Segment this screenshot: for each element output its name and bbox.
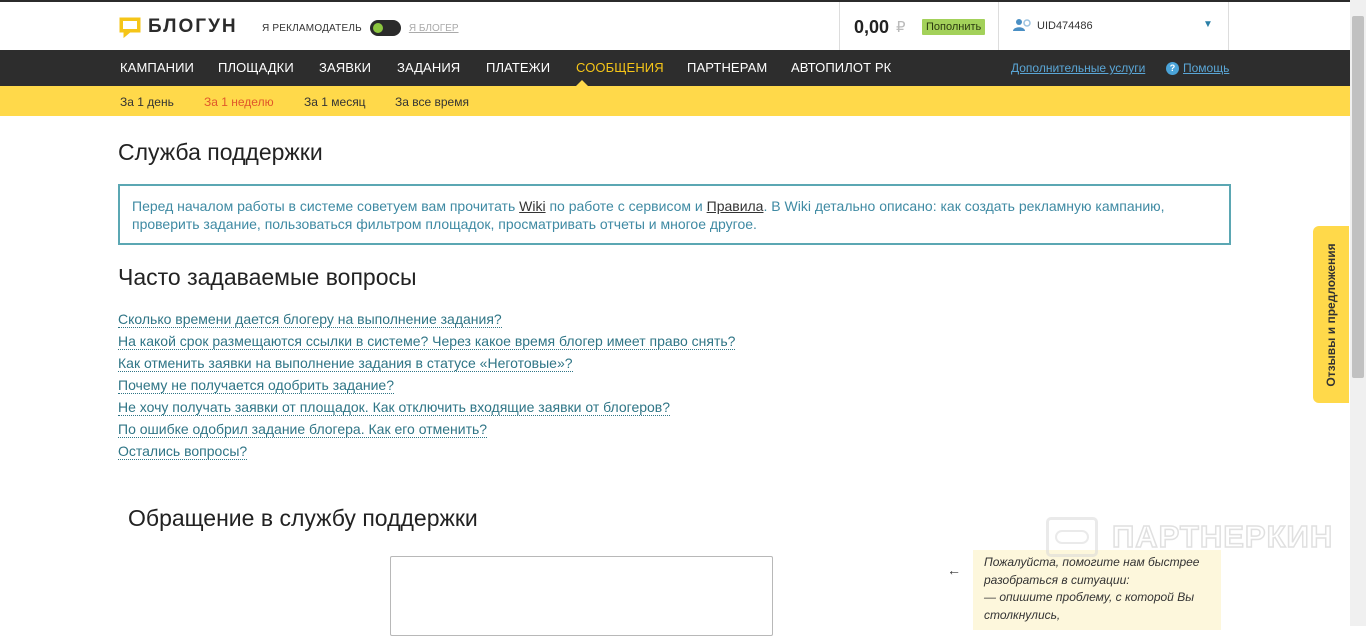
watermark: ПАРТНЕРКИН	[1046, 517, 1333, 557]
watermark-logo-icon	[1046, 517, 1098, 557]
period-subnav: За 1 день За 1 неделю За 1 месяц За все …	[0, 86, 1350, 116]
nav-item-payments[interactable]: ПЛАТЕЖИ	[486, 60, 550, 75]
faq-list: Сколько времени дается блогеру на выполн…	[118, 310, 736, 464]
notice-text-start: Перед началом работы в системе советуем …	[132, 198, 520, 214]
role-switcher: Я РЕКЛАМОДАТЕЛЬ Я БЛОГЕР	[262, 20, 459, 36]
balance-amount: 0,00	[854, 17, 890, 37]
faq-link-text: Остались вопросы?	[118, 443, 248, 460]
currency-symbol: ₽	[896, 19, 906, 36]
nav-item-campaigns[interactable]: КАМПАНИИ	[120, 60, 194, 75]
top-bar: БЛОГУН Я РЕКЛАМОДАТЕЛЬ Я БЛОГЕР 0,00 ₽ П…	[0, 0, 1350, 52]
user-menu[interactable]: UID474486 ▼	[999, 2, 1229, 52]
period-1-day[interactable]: За 1 день	[120, 95, 174, 109]
nav-item-autopilot[interactable]: АВТОПИЛОТ РК	[791, 60, 891, 75]
faq-link[interactable]: Не хочу получать заявки от площадок. Как…	[118, 398, 735, 420]
help-link[interactable]: Помощь	[1183, 61, 1229, 75]
period-all-time[interactable]: За все время	[395, 95, 469, 109]
topup-button[interactable]: Пополнить	[922, 19, 986, 35]
nav-item-messages[interactable]: СООБЩЕНИЯ	[576, 60, 664, 75]
hint-line: разобраться в ситуации:	[984, 572, 1130, 587]
role-toggle[interactable]	[369, 20, 401, 36]
hint-line: — опишите проблему, с которой Вы	[984, 590, 1195, 604]
user-id: UID474486	[1037, 20, 1093, 32]
faq-link-text: По ошибке одобрил задание блогера. Как е…	[118, 421, 488, 438]
chat-bubble-logo-icon	[119, 17, 141, 38]
page-title: Служба поддержки	[118, 139, 323, 165]
watermark-text: ПАРТНЕРКИН	[1111, 518, 1334, 555]
feedback-tab-label: Отзывы и предложения	[1324, 242, 1338, 387]
faq-link[interactable]: Почему не получается одобрить задание?	[118, 376, 735, 398]
faq-link[interactable]: На какой срок размещаются ссылки в систе…	[118, 332, 736, 354]
rules-link[interactable]: Правила	[707, 198, 764, 214]
logo-text: БЛОГУН	[148, 16, 238, 37]
vertical-scrollbar[interactable]	[1350, 0, 1366, 626]
logo[interactable]: БЛОГУН	[118, 16, 238, 38]
wiki-link[interactable]: Wiki	[519, 198, 545, 214]
period-1-week[interactable]: За 1 неделю	[204, 95, 274, 109]
nav-item-requests[interactable]: ЗАЯВКИ	[319, 60, 371, 75]
faq-link-text: Почему не получается одобрить задание?	[118, 377, 394, 394]
role-blogger-link[interactable]: Я БЛОГЕР	[409, 23, 459, 34]
support-form-title: Обращение в службу поддержки	[128, 505, 478, 531]
arrow-left-icon: ←	[947, 562, 961, 578]
faq-link-text: На какой срок размещаются ссылки в систе…	[118, 333, 736, 350]
faq-link[interactable]: Как отменить заявки на выполнение задани…	[118, 354, 735, 376]
faq-link-text: Не хочу получать заявки от площадок. Как…	[118, 399, 671, 416]
feedback-tab[interactable]: Отзывы и предложения	[1313, 226, 1349, 403]
faq-link[interactable]: Сколько времени дается блогеру на выполн…	[118, 310, 735, 332]
support-message-textarea[interactable]	[390, 556, 773, 636]
main-nav: КАМПАНИИ ПЛОЩАДКИ ЗАЯВКИ ЗАДАНИЯ ПЛАТЕЖИ…	[0, 50, 1350, 86]
info-notice: Перед началом работы в системе советуем …	[118, 184, 1231, 245]
faq-link[interactable]: По ошибке одобрил задание блогера. Как е…	[118, 420, 735, 442]
faq-link-text: Как отменить заявки на выполнение задани…	[118, 355, 573, 372]
toggle-knob	[372, 23, 383, 33]
chevron-down-icon[interactable]: ▼	[1203, 19, 1213, 30]
balance-panel: 0,00 ₽ Пополнить	[839, 2, 999, 52]
hint-box: Пожалуйста, помогите нам быстрее разобра…	[973, 550, 1221, 630]
notice-text-middle: по работе с сервисом и	[545, 198, 707, 214]
extra-services-link[interactable]: Дополнительные услуги	[1011, 61, 1145, 75]
period-1-month[interactable]: За 1 месяц	[304, 95, 366, 109]
faq-link-text: Сколько времени дается блогеру на выполн…	[118, 311, 502, 328]
scrollbar-thumb[interactable]	[1352, 16, 1364, 378]
faq-link[interactable]: Остались вопросы?	[118, 442, 735, 464]
hint-line: столкнулись,	[984, 607, 1061, 622]
faq-title: Часто задаваемые вопросы	[118, 264, 417, 290]
help-icon[interactable]: ?	[1166, 62, 1179, 75]
role-advertiser-label[interactable]: Я РЕКЛАМОДАТЕЛЬ	[262, 23, 362, 34]
nav-item-tasks[interactable]: ЗАДАНИЯ	[397, 60, 460, 75]
user-settings-icon	[1013, 19, 1031, 31]
nav-item-platforms[interactable]: ПЛОЩАДКИ	[218, 60, 294, 75]
nav-item-partners[interactable]: ПАРТНЕРАМ	[687, 60, 767, 75]
